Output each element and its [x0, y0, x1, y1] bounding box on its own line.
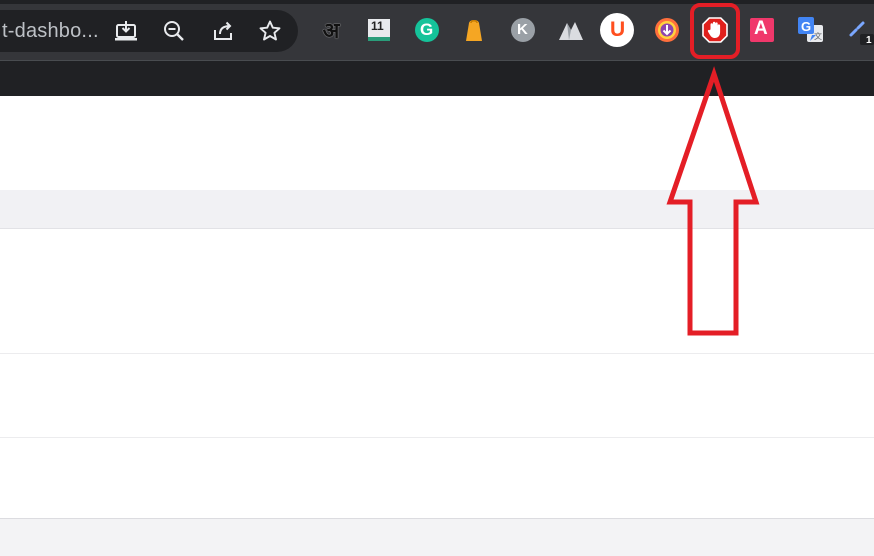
address-bar-url[interactable]: t-dashbo... [2, 20, 99, 43]
svg-text:文: 文 [814, 31, 822, 41]
tab-strip-edge [0, 0, 874, 4]
page-section-band [0, 190, 874, 228]
adblock-highlight-box [690, 3, 740, 59]
hindi-input-extension-icon[interactable]: अ [316, 15, 346, 45]
page-footer-band [0, 518, 874, 556]
google-translate-extension-icon[interactable]: 文 G [796, 15, 826, 45]
calendar-11-extension-icon[interactable]: 11 [364, 15, 394, 45]
mountain-extension-icon[interactable] [556, 15, 586, 45]
orange-bag-extension-icon[interactable] [459, 15, 489, 45]
share-icon[interactable] [208, 16, 238, 46]
download-extension-icon[interactable] [652, 15, 682, 45]
bookmarks-bar [0, 60, 874, 97]
bookmark-star-icon[interactable] [255, 16, 285, 46]
k-extension-icon[interactable]: K [508, 15, 538, 45]
u-extension-icon[interactable]: U [600, 13, 634, 47]
browser-toolbar: t-dashbo... अ 11 G K U A 文 G 1 [0, 0, 874, 60]
a-extension-icon[interactable]: A [747, 15, 777, 45]
zoom-out-icon[interactable] [159, 16, 189, 46]
install-app-icon[interactable] [111, 16, 141, 46]
row-divider [0, 228, 874, 229]
grammarly-extension-icon[interactable]: G [412, 15, 442, 45]
link-extension-icon[interactable]: 1 [845, 15, 874, 46]
row-divider [0, 353, 874, 354]
row-divider [0, 437, 874, 438]
page-content [0, 96, 874, 556]
address-bar[interactable]: t-dashbo... [0, 10, 298, 52]
